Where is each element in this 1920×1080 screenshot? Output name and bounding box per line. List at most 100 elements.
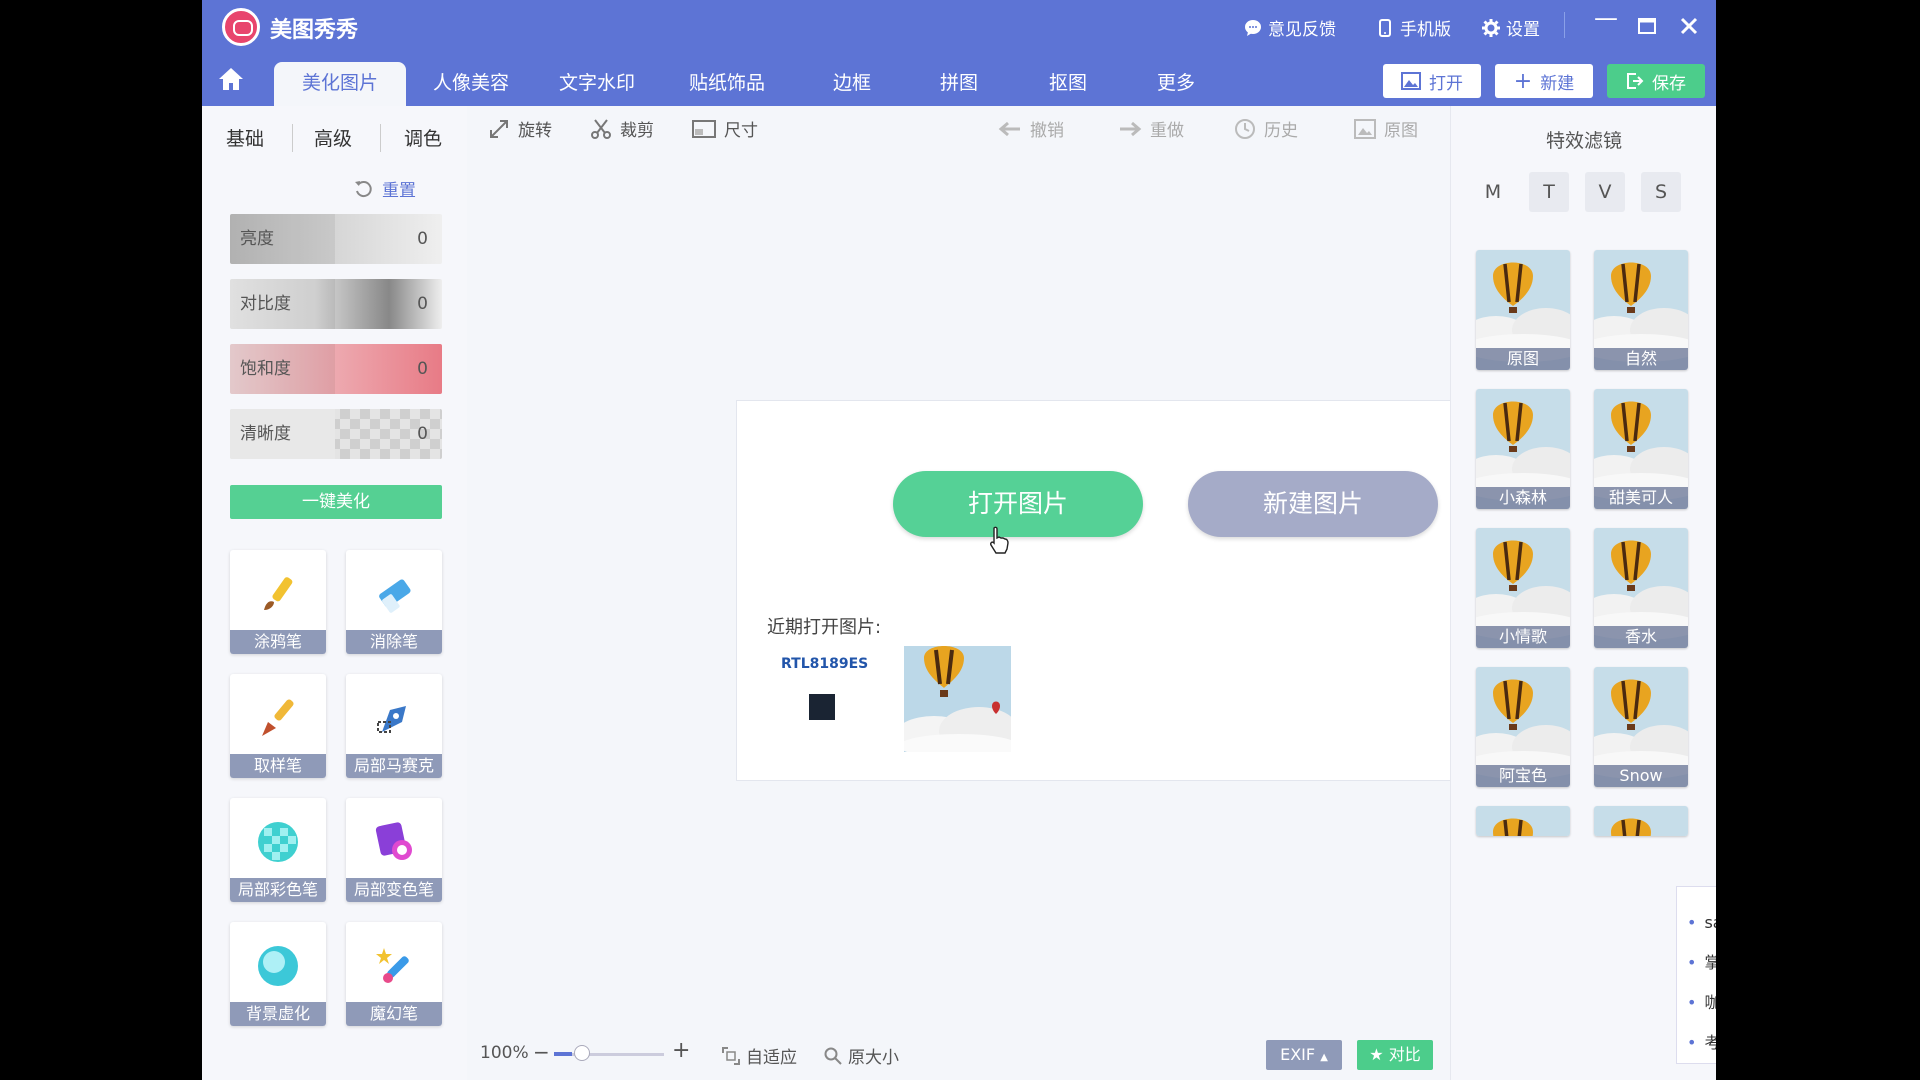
settings-button[interactable]: 设置 (1482, 15, 1540, 40)
zoom-in-button[interactable]: + (672, 1038, 690, 1063)
filter-category-t[interactable]: T (1529, 172, 1569, 212)
star-icon: ★ (1369, 1045, 1384, 1064)
rotate-button[interactable]: 旋转 (488, 116, 552, 141)
blur-ball-icon (258, 946, 298, 986)
open-image-button[interactable]: 打开图片 (893, 471, 1143, 537)
ad-link[interactable]: 考研补习班 (1687, 1029, 1716, 1053)
tab-more[interactable]: 更多 (1146, 62, 1206, 106)
filter-category-m[interactable]: M (1473, 172, 1513, 212)
contrast-slider[interactable]: 对比度 0 (230, 279, 442, 329)
new-image-button[interactable]: 新建图片 (1188, 471, 1438, 537)
reset-button[interactable]: 重置 (354, 176, 416, 201)
magic-pen-tool[interactable]: 魔幻笔 (346, 922, 442, 1026)
ad-link[interactable]: 掌门一对一效果 (1687, 949, 1716, 973)
tab-stickers[interactable]: 贴纸饰品 (672, 62, 782, 106)
filter-category-v[interactable]: V (1585, 172, 1625, 212)
filter-label: 甜美可人 (1594, 487, 1688, 509)
open-button[interactable]: 打开 (1383, 64, 1481, 98)
actual-size-label: 原大小 (848, 1048, 899, 1068)
mobile-button[interactable]: 手机版 (1376, 15, 1451, 40)
chip-thumbnail-icon (809, 694, 835, 720)
filter-thumbnail[interactable]: 小情歌 (1476, 528, 1570, 648)
slider-label: 亮度 (230, 214, 335, 264)
filter-category-s[interactable]: S (1641, 172, 1681, 212)
gear-icon (1482, 18, 1500, 37)
filter-panel-title: 特效滤镜 (1545, 130, 1622, 152)
filter-thumbnail[interactable]: 香水 (1594, 528, 1688, 648)
history-button[interactable]: 历史 (1234, 116, 1298, 141)
resize-icon (692, 119, 716, 138)
saturation-slider[interactable]: 饱和度 0 (230, 344, 442, 394)
exif-button[interactable]: EXIF ▲ (1266, 1040, 1342, 1070)
paintbrush-icon (264, 577, 293, 610)
zoom-slider-handle[interactable] (574, 1045, 590, 1061)
image-icon (1401, 72, 1421, 90)
subtab-color[interactable]: 调色 (404, 124, 442, 151)
redo-label: 重做 (1150, 121, 1184, 141)
balloon-photo-icon (904, 646, 1011, 752)
original-button[interactable]: 原图 (1354, 116, 1418, 141)
filter-thumbnail-partial[interactable] (1476, 806, 1570, 836)
filter-label: Snow (1594, 765, 1688, 787)
compare-button[interactable]: ★ 对比 (1357, 1040, 1433, 1070)
doodle-pen-tool[interactable]: 涂鸦笔 (230, 550, 326, 654)
undo-label: 撤销 (1030, 121, 1064, 141)
tab-beautify[interactable]: 美化图片 (274, 62, 406, 106)
color-swatch-icon (375, 822, 412, 860)
sample-pen-tool[interactable]: 取样笔 (230, 674, 326, 778)
filter-thumbnail[interactable]: 阿宝色 (1476, 667, 1570, 787)
redo-button[interactable]: 重做 (1118, 116, 1184, 141)
subtab-basic[interactable]: 基础 (226, 124, 264, 151)
tab-text-watermark[interactable]: 文字水印 (542, 62, 652, 106)
filter-thumbnail-partial[interactable] (1594, 806, 1688, 836)
size-button[interactable]: 尺寸 (692, 116, 758, 141)
undo-circle-icon (355, 180, 372, 197)
save-button[interactable]: 保存 (1607, 64, 1705, 98)
eraser-pen-tool[interactable]: 消除笔 (346, 550, 442, 654)
recent-image-thumbnail[interactable]: RTL8189ES (767, 646, 877, 751)
tab-frames[interactable]: 边框 (822, 62, 882, 106)
slider-value: 0 (417, 294, 428, 314)
filter-thumbnail[interactable]: 原图 (1476, 250, 1570, 370)
fit-button[interactable]: 自适应 (722, 1043, 797, 1068)
brightness-slider[interactable]: 亮度 0 (230, 214, 442, 264)
home-icon[interactable] (218, 67, 244, 91)
open-label: 打开 (1429, 73, 1463, 94)
maximize-button[interactable] (1632, 10, 1662, 42)
local-mosaic-tool[interactable]: 局部马赛克 (346, 674, 442, 778)
filter-thumbnail[interactable]: 小森林 (1476, 389, 1570, 509)
tab-collage[interactable]: 拼图 (929, 62, 989, 106)
tab-cutout[interactable]: 抠图 (1038, 62, 1098, 106)
filter-thumbnail[interactable]: Snow (1594, 667, 1688, 787)
zoom-out-button[interactable]: − (533, 1040, 550, 1064)
picture-icon (1354, 118, 1376, 139)
local-recolor-pen-tool[interactable]: 局部变色笔 (346, 798, 442, 902)
feedback-label: 意见反馈 (1268, 20, 1336, 40)
crop-button[interactable]: 裁剪 (590, 116, 654, 141)
slider-label: 对比度 (230, 279, 335, 329)
one-click-beautify-button[interactable]: 一键美化 (230, 485, 442, 519)
undo-button[interactable]: 撤销 (998, 116, 1064, 141)
filter-thumbnail[interactable]: 甜美可人 (1594, 389, 1688, 509)
minimize-button[interactable]: — (1591, 4, 1621, 32)
caret-up-icon: ▲ (1320, 1052, 1328, 1063)
app-window: 美图秀秀 意见反馈 手机版 设置 — 美化图片 人像美容 文字水印 贴纸饰品 边… (202, 0, 1716, 1080)
local-color-pen-tool[interactable]: 局部彩色笔 (230, 798, 326, 902)
ad-link[interactable]: sat辅导哪里好 (1687, 909, 1716, 933)
ad-link[interactable]: 咖啡培训 (1687, 989, 1716, 1013)
sharpness-slider[interactable]: 清晰度 0 (230, 409, 442, 459)
recent-image-thumbnail[interactable] (904, 646, 1011, 752)
slider-value: 0 (417, 424, 428, 444)
background-blur-tool[interactable]: 背景虚化 (230, 922, 326, 1026)
tab-portrait[interactable]: 人像美容 (416, 62, 526, 106)
ad-box: sat辅导哪里好 掌门一对一效果 咖啡培训 考研补习班 广告 ✕ (1676, 886, 1716, 1064)
new-button[interactable]: + 新建 (1495, 64, 1593, 98)
actual-size-button[interactable]: 原大小 (824, 1043, 899, 1068)
tool-label: 背景虚化 (230, 1002, 326, 1026)
feedback-button[interactable]: 意见反馈 (1244, 15, 1336, 40)
rotate-label: 旋转 (518, 121, 552, 141)
subtab-advanced[interactable]: 高级 (314, 124, 352, 151)
tool-label: 涂鸦笔 (230, 630, 326, 654)
filter-thumbnail[interactable]: 自然 (1594, 250, 1688, 370)
close-button[interactable] (1674, 10, 1704, 42)
